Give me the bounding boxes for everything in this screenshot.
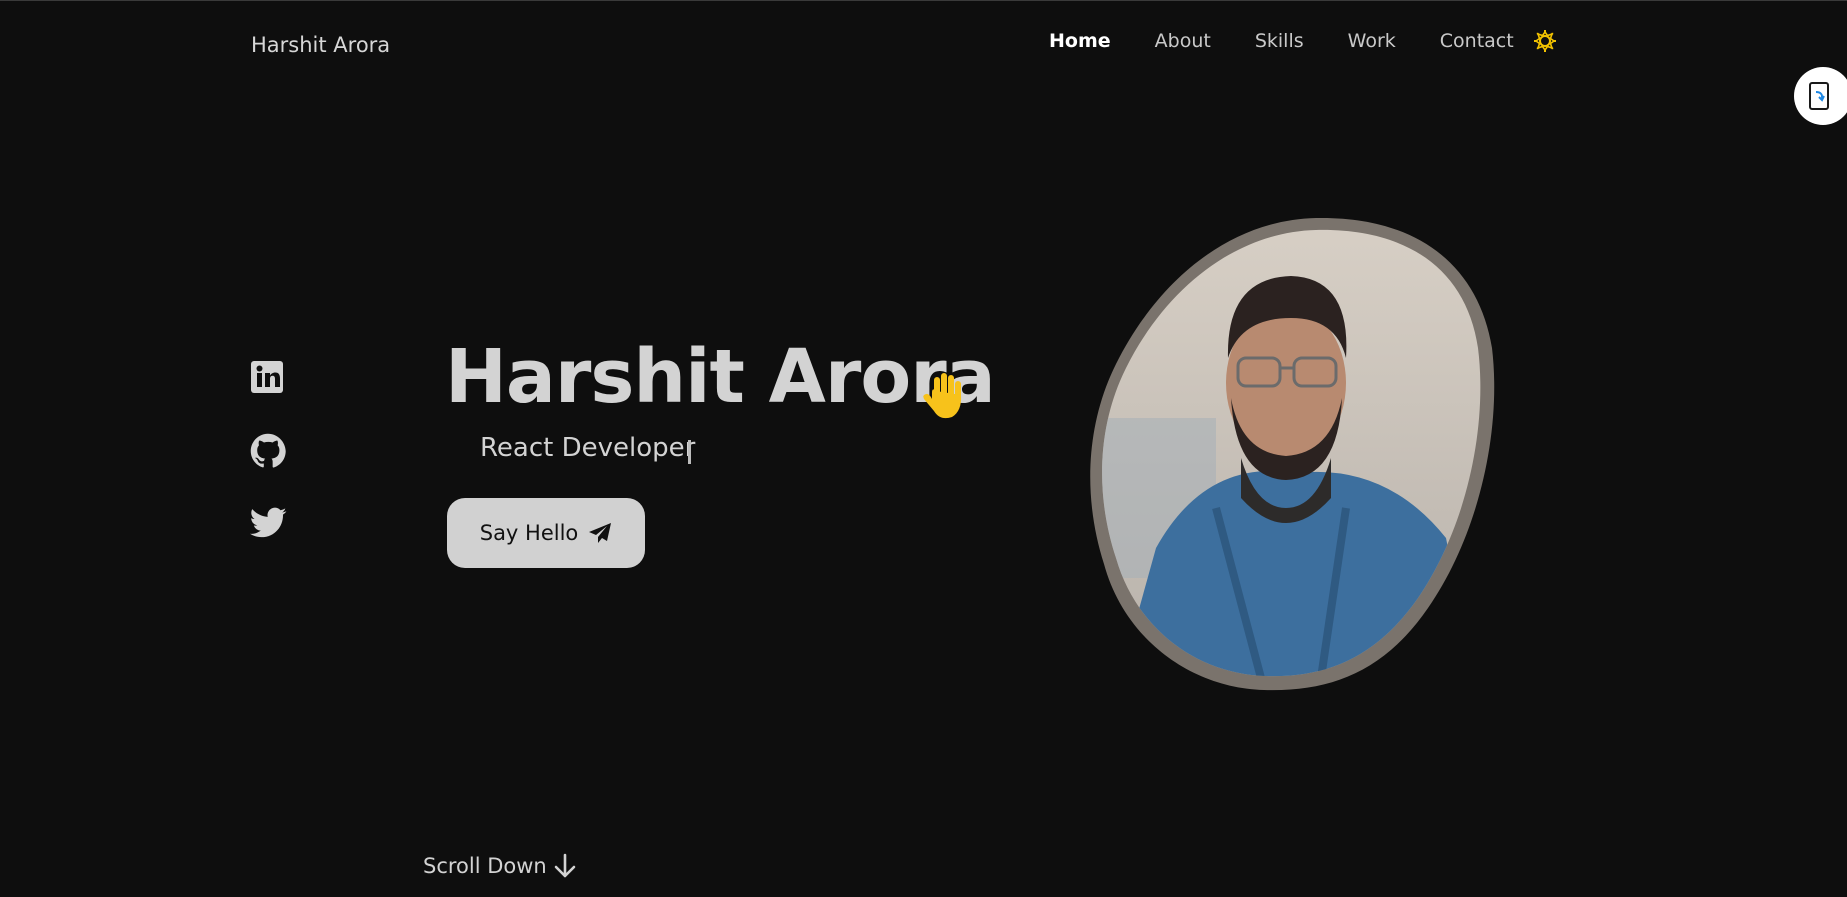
nav-about[interactable]: About: [1155, 30, 1211, 52]
waving-hand-icon: [920, 371, 968, 425]
arrow-down-icon: [554, 853, 576, 878]
say-hello-button[interactable]: Say Hello: [447, 498, 645, 568]
scroll-down-link[interactable]: Scroll Down: [423, 853, 577, 879]
hero-role: React Developer: [480, 433, 696, 463]
tablet-rotate-icon: [1809, 82, 1829, 110]
hero-name: Harshit Arora: [445, 334, 996, 420]
paper-plane-icon: [589, 523, 612, 543]
nav-home[interactable]: Home: [1049, 30, 1111, 52]
nav-skills[interactable]: Skills: [1255, 30, 1304, 52]
main-nav: Home About Skills Work Contact: [1049, 30, 1558, 52]
floating-widget-button[interactable]: [1794, 67, 1847, 125]
twitter-icon[interactable]: [250, 507, 287, 539]
nav-contact[interactable]: Contact: [1440, 30, 1514, 52]
scroll-down-label: Scroll Down: [423, 854, 547, 878]
site-logo[interactable]: Harshit Arora: [251, 33, 390, 57]
linkedin-icon[interactable]: [250, 360, 284, 394]
typing-cursor: [688, 440, 691, 464]
top-border: [0, 0, 1847, 1]
nav-work[interactable]: Work: [1348, 30, 1396, 52]
sun-icon[interactable]: [1532, 28, 1558, 54]
profile-photo: [1046, 208, 1530, 692]
github-icon[interactable]: [250, 433, 286, 469]
say-hello-label: Say Hello: [479, 521, 579, 545]
